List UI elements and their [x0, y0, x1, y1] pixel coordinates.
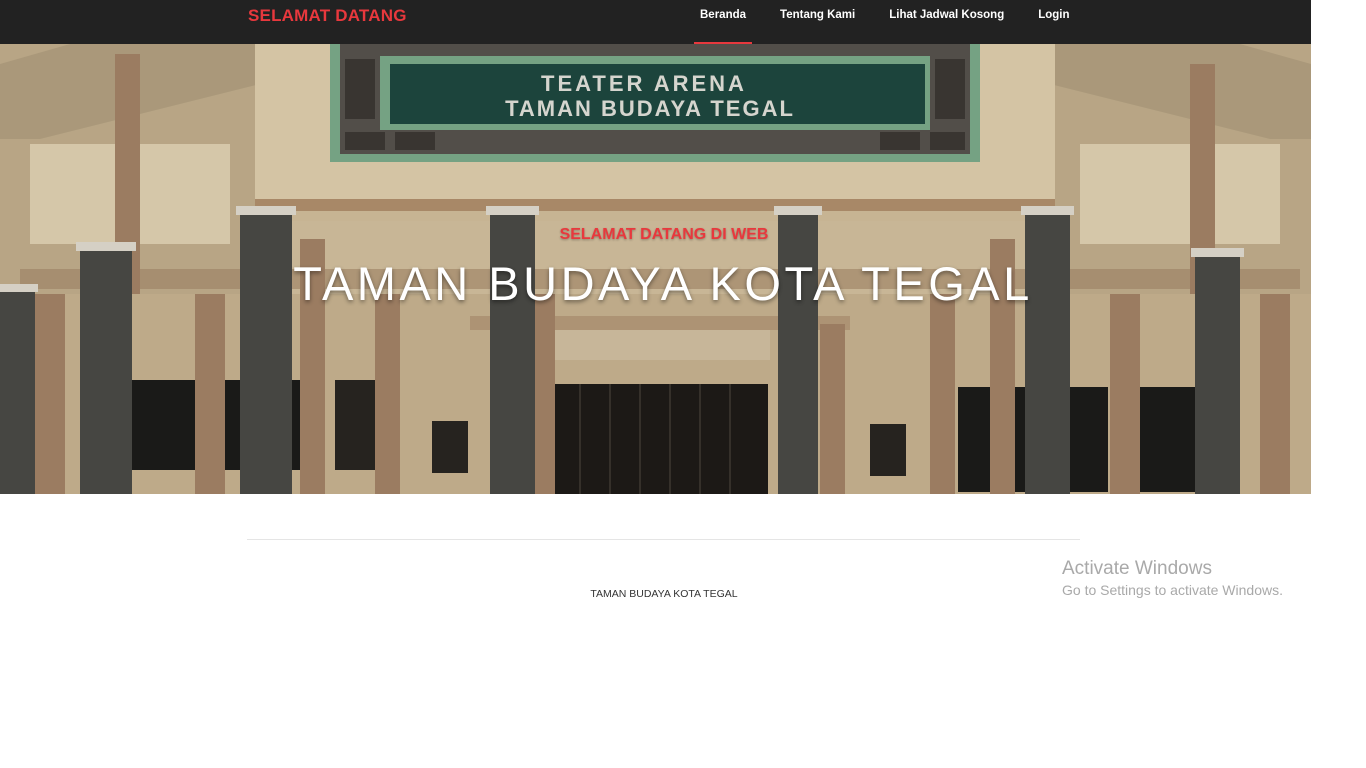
- watermark-title: Activate Windows: [1062, 558, 1212, 579]
- nav-item-tentang-kami: Tentang Kami: [763, 0, 872, 44]
- nav-item-login: Login: [1021, 0, 1086, 44]
- nav-link-tentang-kami[interactable]: Tentang Kami: [780, 9, 855, 21]
- page: SELAMAT DATANG Beranda Tentang Kami Liha…: [0, 0, 1366, 768]
- hero-title: TAMAN BUDAYA KOTA TEGAL: [293, 257, 1033, 310]
- nav-link-login[interactable]: Login: [1038, 9, 1069, 21]
- nav-item-beranda: Beranda: [683, 0, 763, 44]
- nav-link-lihat-jadwal-kosong[interactable]: Lihat Jadwal Kosong: [889, 9, 1004, 21]
- top-navbar: SELAMAT DATANG Beranda Tentang Kami Liha…: [0, 0, 1311, 44]
- content-divider: [247, 539, 1080, 540]
- brand-link[interactable]: SELAMAT DATANG: [248, 6, 407, 26]
- hero-banner: TEATER ARENA TAMAN BUDAYA TEGAL SELAMAT …: [0, 44, 1311, 494]
- nav-item-lihat-jadwal-kosong: Lihat Jadwal Kosong: [872, 0, 1021, 44]
- nav-link-beranda[interactable]: Beranda: [700, 9, 746, 21]
- hero-subtitle: SELAMAT DATANG DI WEB: [559, 226, 769, 243]
- windows-activation-watermark: Activate Windows Go to Settings to activ…: [1062, 558, 1283, 598]
- nav-menu: Beranda Tentang Kami Lihat Jadwal Kosong…: [683, 0, 1087, 44]
- watermark-subtitle: Go to Settings to activate Windows.: [1062, 582, 1283, 598]
